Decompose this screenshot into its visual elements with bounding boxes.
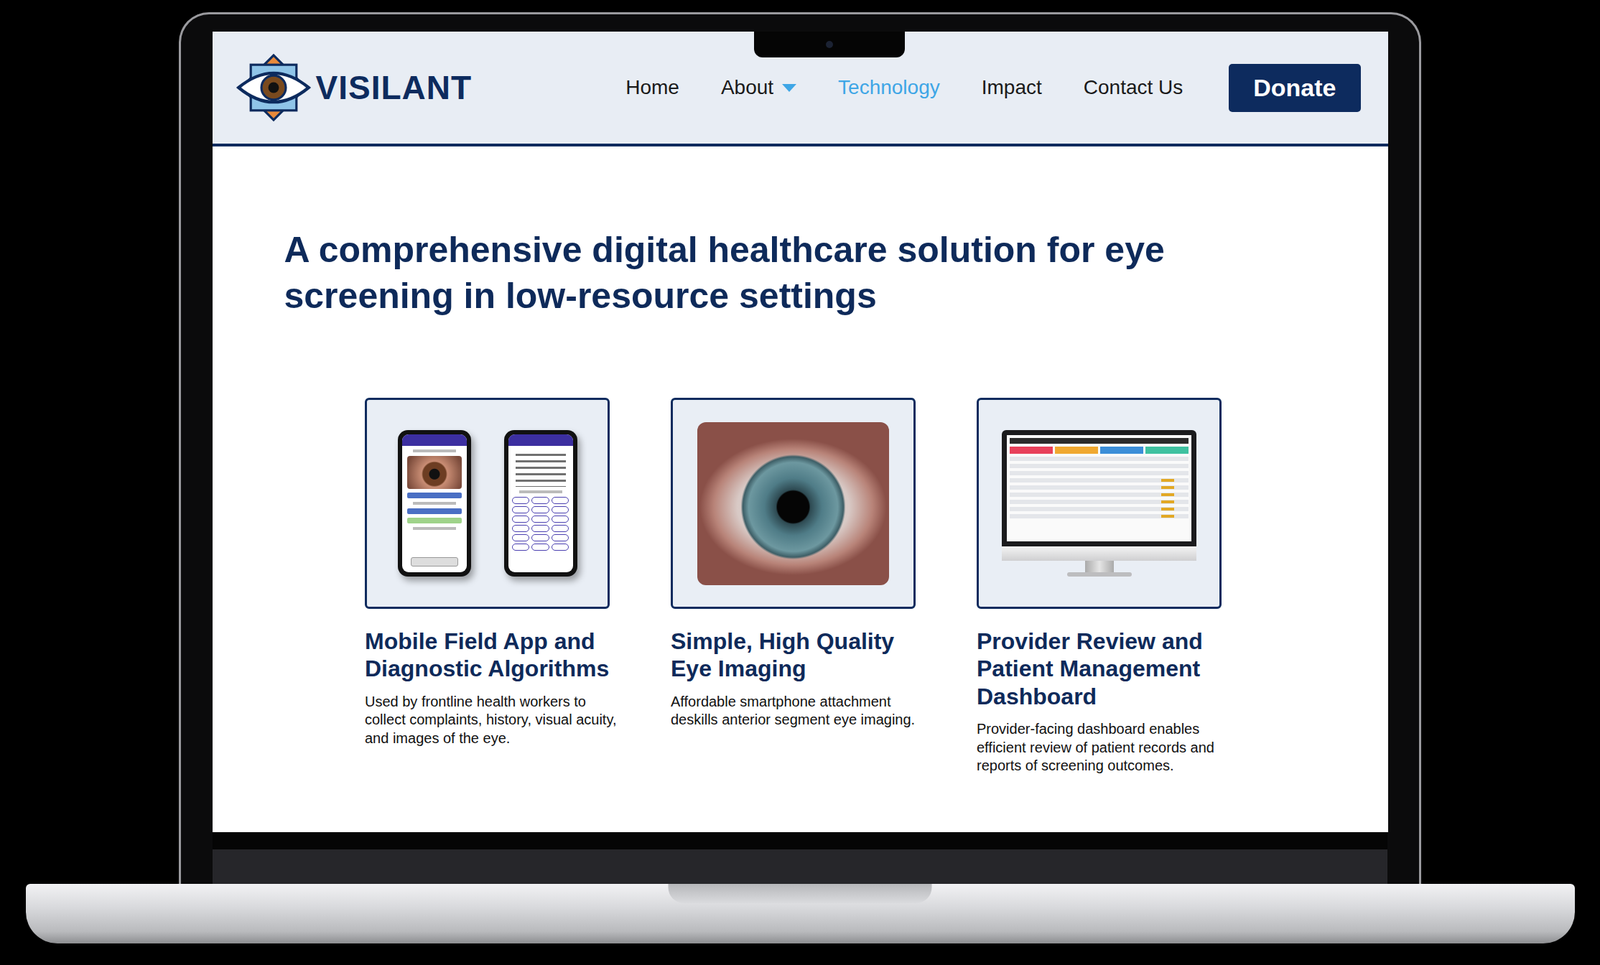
feature-card: Simple, High Quality Eye Imaging Affordab… [670, 397, 930, 776]
laptop-screen: VISILANT Home About Technology Impact Contact… [212, 31, 1389, 833]
card-description: Provider-facing dashboard enables effici… [976, 720, 1236, 776]
laptop-lid: VISILANT Home About Technology Impact Contact… [178, 12, 1422, 885]
card-title: Mobile Field App and Diagnostic Algorith… [364, 627, 624, 683]
feature-card: Provider Review and Patient Management D… [976, 397, 1236, 776]
card-image [364, 397, 610, 609]
laptop-base [25, 884, 1575, 944]
nav-item[interactable]: Impact [981, 76, 1043, 100]
nav-label: About [721, 76, 774, 100]
nav-label: Impact [981, 76, 1043, 100]
screen-bezel [212, 832, 1388, 885]
card-title: Provider Review and Patient Management D… [976, 627, 1236, 711]
monitor-mockup [1001, 430, 1197, 577]
feature-cards: Mobile Field App and Diagnostic Algorith… [284, 397, 1346, 776]
nav-item[interactable]: Contact Us [1083, 76, 1184, 100]
nav-label: Contact Us [1083, 76, 1184, 100]
eye-logo-icon [235, 49, 312, 126]
card-title: Simple, High Quality Eye Imaging [670, 627, 930, 683]
nav-menu: Home About Technology Impact Contact Us [625, 76, 1183, 100]
lid-opening-notch [668, 884, 933, 904]
card-description: Affordable smartphone attachment deskill… [670, 692, 930, 730]
donate-button[interactable]: Donate [1228, 63, 1361, 113]
dropdown-caret-icon[interactable] [782, 84, 797, 92]
eye-photo [697, 422, 890, 586]
phone-mockup [397, 430, 472, 577]
phone-mockups [397, 430, 578, 577]
feature-card: Mobile Field App and Diagnostic Algorith… [364, 397, 624, 776]
nav-item[interactable]: Home [625, 76, 680, 100]
nav-item[interactable]: Technology [838, 76, 941, 100]
logo[interactable]: VISILANT [235, 49, 473, 126]
phone-mockup [504, 430, 578, 577]
headline: A comprehensive digital healthcare solut… [284, 226, 1319, 319]
nav-item[interactable]: About [721, 76, 797, 100]
logo-text: VISILANT [315, 68, 473, 108]
card-image [976, 397, 1222, 609]
nav-label: Technology [838, 76, 941, 100]
camera-notch [754, 31, 905, 58]
camera-icon [825, 40, 834, 49]
card-description: Used by frontline health workers to coll… [364, 692, 624, 749]
main-content: A comprehensive digital healthcare solut… [212, 146, 1389, 776]
nav-label: Home [625, 76, 680, 100]
card-image [670, 397, 916, 609]
